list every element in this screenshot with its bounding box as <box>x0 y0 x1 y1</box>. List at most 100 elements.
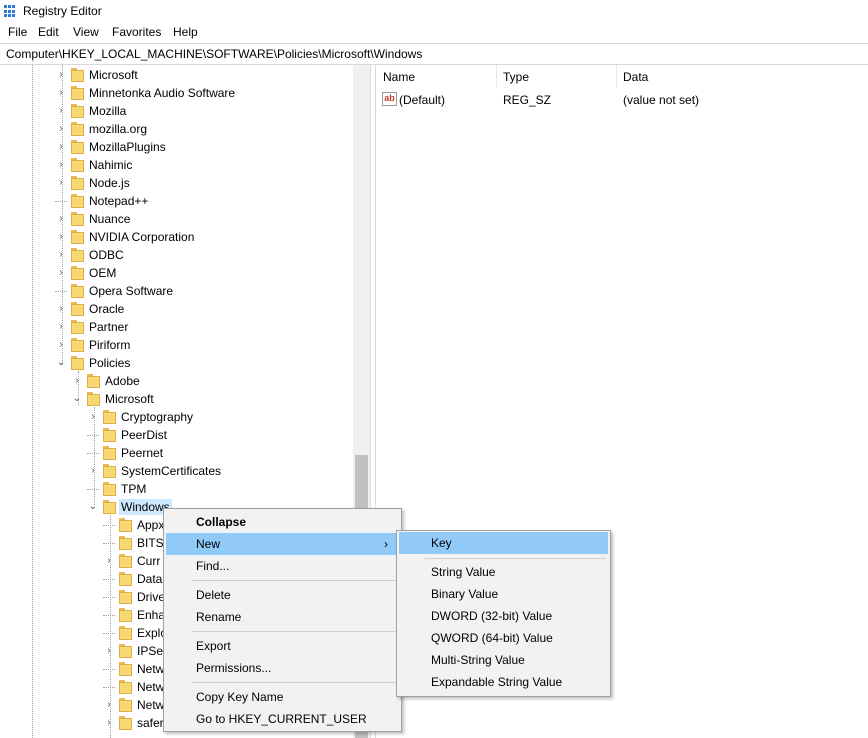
tree-item-label: Microsoft <box>105 392 154 406</box>
column-divider[interactable] <box>496 65 497 87</box>
menu-item-rename-label: Rename <box>196 610 242 624</box>
folder-icon <box>119 698 132 712</box>
collapse-chevron-icon[interactable]: ⌄ <box>71 392 83 406</box>
expand-chevron-icon[interactable]: › <box>55 176 67 190</box>
menu-help[interactable]: Help <box>171 25 200 39</box>
tree-item[interactable]: › Nuance <box>0 210 353 228</box>
submenu-item-dword-value[interactable]: DWORD (32-bit) Value <box>397 605 610 627</box>
tree-item[interactable]: › Cryptography <box>0 408 353 426</box>
expand-chevron-icon[interactable]: › <box>55 230 67 244</box>
menu-item-goto-hkcu[interactable]: Go to HKEY_CURRENT_USER <box>164 708 401 730</box>
folder-icon <box>119 608 132 622</box>
expand-chevron-icon[interactable]: › <box>87 464 99 478</box>
tree-item[interactable]: › Mozilla <box>0 102 353 120</box>
value-name[interactable]: (Default) <box>399 93 445 107</box>
tree-item-label: Oracle <box>89 302 125 316</box>
menu-item-copy-key-name[interactable]: Copy Key Name <box>164 686 401 708</box>
tree-item[interactable]: › Node.js <box>0 174 353 192</box>
menu-separator <box>192 631 397 632</box>
expand-chevron-icon[interactable]: › <box>55 248 67 262</box>
submenu-item-qword-value[interactable]: QWORD (64-bit) Value <box>397 627 610 649</box>
tree-item[interactable]: › Minnetonka Audio Software <box>0 84 353 102</box>
expand-chevron-icon[interactable]: › <box>55 320 67 334</box>
expand-chevron-icon[interactable]: › <box>55 140 67 154</box>
tree-item[interactable]: Notepad++ <box>0 192 353 210</box>
folder-icon <box>71 284 84 298</box>
folder-icon <box>119 590 132 604</box>
expand-chevron-icon[interactable]: › <box>55 86 67 100</box>
tree-item[interactable]: › SystemCertificates <box>0 462 353 480</box>
tree-item[interactable]: › OEM <box>0 264 353 282</box>
expand-chevron-icon[interactable]: › <box>103 554 115 568</box>
menu-item-collapse[interactable]: Collapse <box>164 511 401 533</box>
expand-chevron-icon[interactable]: › <box>87 410 99 424</box>
menu-item-export-label: Export <box>196 639 231 653</box>
menu-item-goto-hkcu-label: Go to HKEY_CURRENT_USER <box>196 712 367 726</box>
column-header-type[interactable]: Type <box>503 70 529 84</box>
collapse-chevron-icon[interactable]: ⌄ <box>87 500 99 514</box>
tree-item-label: Piriform <box>89 338 131 352</box>
expand-chevron-icon[interactable]: › <box>103 644 115 658</box>
menu-file[interactable]: File <box>6 25 29 39</box>
tree-item[interactable]: › Nahimic <box>0 156 353 174</box>
tree-connector <box>103 536 115 544</box>
tree-item[interactable]: › mozilla.org <box>0 120 353 138</box>
tree-item[interactable]: › ODBC <box>0 246 353 264</box>
expand-chevron-icon[interactable]: › <box>55 158 67 172</box>
folder-icon <box>71 356 84 370</box>
folder-icon <box>103 428 116 442</box>
menu-edit[interactable]: Edit <box>36 25 61 39</box>
address-path[interactable]: Computer\HKEY_LOCAL_MACHINE\SOFTWARE\Pol… <box>6 47 422 61</box>
menu-item-rename[interactable]: Rename <box>164 606 401 628</box>
tree-item[interactable]: › Piriform <box>0 336 353 354</box>
submenu-item-expandable-string-value[interactable]: Expandable String Value <box>397 671 610 693</box>
expand-chevron-icon[interactable]: › <box>71 374 83 388</box>
menu-item-export[interactable]: Export <box>164 635 401 657</box>
expand-chevron-icon[interactable]: › <box>103 698 115 712</box>
folder-icon <box>119 716 132 730</box>
expand-chevron-icon[interactable]: › <box>55 212 67 226</box>
expand-chevron-icon[interactable]: › <box>55 104 67 118</box>
menu-view[interactable]: View <box>71 25 101 39</box>
expand-chevron-icon[interactable]: › <box>55 266 67 280</box>
column-divider[interactable] <box>616 65 617 87</box>
submenu-item-string-value[interactable]: String Value <box>397 561 610 583</box>
submenu-item-key[interactable]: Key <box>399 532 608 554</box>
expand-chevron-icon[interactable]: › <box>55 68 67 82</box>
folder-icon <box>71 68 84 82</box>
expand-chevron-icon[interactable]: › <box>103 716 115 730</box>
tree-item[interactable]: Opera Software <box>0 282 353 300</box>
value-data: (value not set) <box>623 93 700 107</box>
expand-chevron-icon[interactable]: › <box>55 122 67 136</box>
folder-icon <box>119 680 132 694</box>
submenu-item-binary-value[interactable]: Binary Value <box>397 583 610 605</box>
tree-item[interactable]: › MozillaPlugins <box>0 138 353 156</box>
tree-item-label: Netw <box>137 698 165 712</box>
expand-chevron-icon[interactable]: › <box>55 302 67 316</box>
menu-item-new[interactable]: New › <box>166 533 399 555</box>
submenu-item-multi-string-value[interactable]: Multi-String Value <box>397 649 610 671</box>
tree-connector <box>55 194 67 202</box>
menu-item-permissions[interactable]: Permissions... <box>164 657 401 679</box>
column-header-data[interactable]: Data <box>623 70 648 84</box>
tree-item[interactable]: PeerDist <box>0 426 353 444</box>
expand-chevron-icon[interactable]: › <box>55 338 67 352</box>
menu-favorites[interactable]: Favorites <box>110 25 163 39</box>
tree-item[interactable]: ⌄ Microsoft <box>0 390 353 408</box>
collapse-chevron-icon[interactable]: ⌄ <box>55 356 67 370</box>
folder-icon <box>71 194 84 208</box>
tree-item[interactable]: ⌄ Policies <box>0 354 353 372</box>
tree-item[interactable]: Peernet <box>0 444 353 462</box>
address-bar[interactable]: Computer\HKEY_LOCAL_MACHINE\SOFTWARE\Pol… <box>0 43 868 65</box>
folder-icon <box>119 644 132 658</box>
tree-item[interactable]: › Partner <box>0 318 353 336</box>
tree-item[interactable]: › Adobe <box>0 372 353 390</box>
menu-item-delete[interactable]: Delete <box>164 584 401 606</box>
tree-item[interactable]: › Oracle <box>0 300 353 318</box>
folder-icon <box>71 86 84 100</box>
menu-item-find[interactable]: Find... <box>164 555 401 577</box>
tree-item[interactable]: TPM <box>0 480 353 498</box>
tree-item[interactable]: › NVIDIA Corporation <box>0 228 353 246</box>
column-header-name[interactable]: Name <box>383 70 415 84</box>
tree-item[interactable]: › Microsoft <box>0 66 353 84</box>
